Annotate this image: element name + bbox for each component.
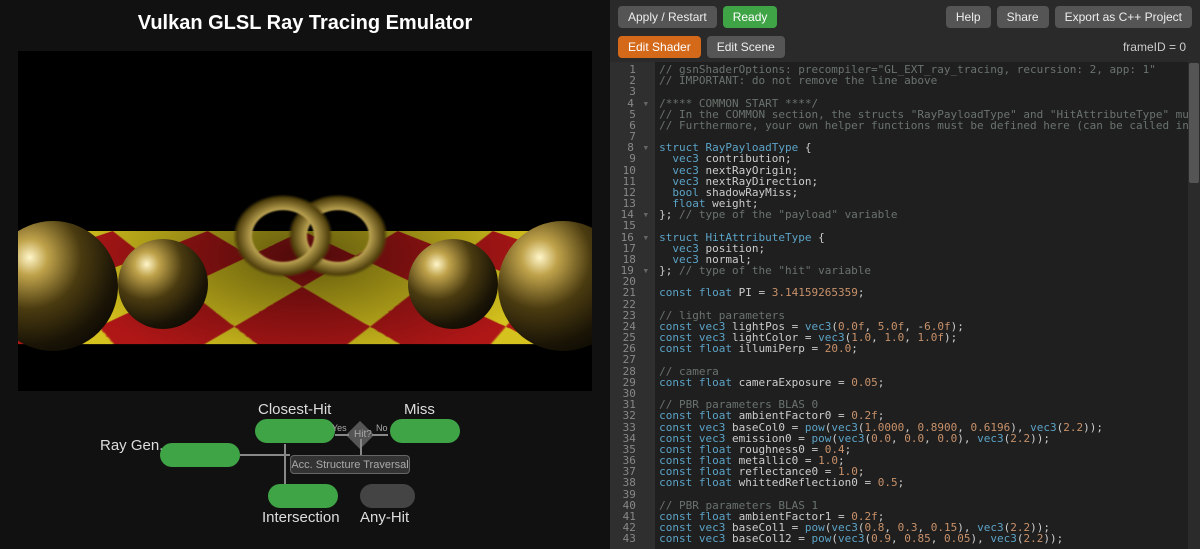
intersection-node[interactable]	[268, 484, 338, 508]
miss-label: Miss	[404, 401, 435, 418]
pipeline-diagram: Closest-Hit Miss Ray Gen. Intersection A…	[0, 399, 610, 549]
yes-label: Yes	[332, 423, 347, 433]
no-label: No	[376, 423, 388, 433]
scene-sphere	[118, 239, 208, 329]
tab-edit-shader[interactable]: Edit Shader	[618, 36, 701, 58]
scrollbar-thumb[interactable]	[1189, 63, 1199, 183]
help-button[interactable]: Help	[946, 6, 991, 28]
code-lines[interactable]: // gsnShaderOptions: precompiler="GL_EXT…	[655, 62, 1188, 549]
code-gutter: 1 2 3 4 ▾ 5 6 7 8 ▾ 9 10 11 12 13 14 ▾ 1…	[610, 62, 655, 549]
code-editor[interactable]: 1 2 3 4 ▾ 5 6 7 8 ▾ 9 10 11 12 13 14 ▾ 1…	[610, 62, 1200, 549]
ray-gen-label: Ray Gen.	[100, 437, 163, 454]
traversal-node: Acc. Structure Traversal	[290, 455, 410, 474]
share-button[interactable]: Share	[997, 6, 1049, 28]
closest-hit-label: Closest-Hit	[258, 401, 331, 418]
tab-edit-scene[interactable]: Edit Scene	[707, 36, 785, 58]
export-button[interactable]: Export as C++ Project	[1055, 6, 1192, 28]
ready-button[interactable]: Ready	[723, 6, 778, 28]
any-hit-node[interactable]	[360, 484, 415, 508]
hit-label: Hit?	[354, 429, 372, 440]
miss-node[interactable]	[390, 419, 460, 443]
frame-id-label: frameID = 0	[1123, 40, 1192, 54]
vertical-scrollbar[interactable]	[1188, 62, 1200, 549]
ray-gen-node[interactable]	[160, 443, 240, 467]
closest-hit-node[interactable]	[255, 419, 335, 443]
scene-sphere	[408, 239, 498, 329]
any-hit-label: Any-Hit	[360, 509, 409, 526]
top-toolbar: Apply / Restart Ready Help Share Export …	[610, 0, 1200, 34]
app-title: Vulkan GLSL Ray Tracing Emulator	[0, 0, 610, 47]
tab-bar: Edit Shader Edit Scene frameID = 0	[610, 34, 1200, 62]
scene-torus	[218, 166, 398, 306]
intersection-label: Intersection	[262, 509, 340, 526]
apply-restart-button[interactable]: Apply / Restart	[618, 6, 717, 28]
render-viewport[interactable]	[18, 51, 592, 391]
